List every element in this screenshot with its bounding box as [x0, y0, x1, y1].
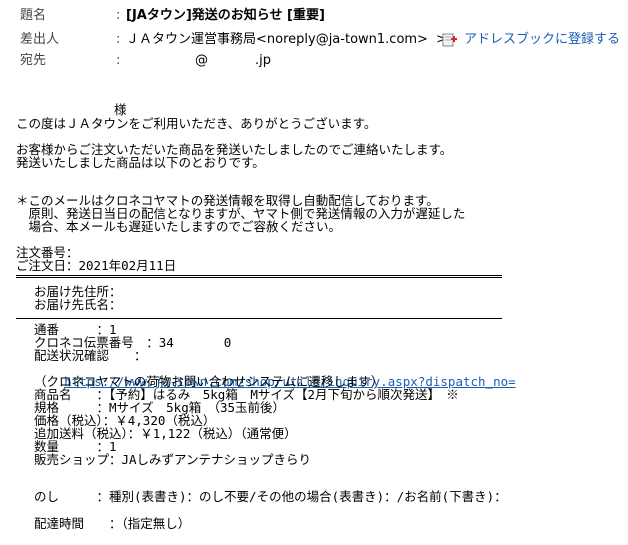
subject-label: 題名	[20, 8, 47, 23]
sama-text: 様	[114, 102, 127, 117]
body-line-6: 場合、本メールも遅延いたしますのでご容赦ください。	[16, 219, 342, 234]
to-domain[interactable]: .jp	[255, 51, 271, 71]
delivery-time: 配達時間 ：（指定無し）	[34, 516, 191, 531]
sender-address[interactable]: ＪＡタウン運営事務局<noreply@ja-town1.com>	[126, 32, 428, 47]
to-row: 宛先 : @ .jp	[0, 51, 628, 71]
add-to-address-book-link[interactable]: アドレスブックに登録する	[464, 30, 620, 50]
address-book-icon[interactable]	[442, 33, 458, 47]
subject-colon: :	[116, 8, 121, 23]
divider-double	[16, 275, 502, 278]
sender-label: 差出人	[20, 32, 60, 47]
to-label: 宛先	[20, 53, 47, 68]
sender-colon: :	[116, 32, 121, 47]
body-line-1: この度はＪＡタウンをご利用いただき、ありがとうございます。	[16, 116, 377, 131]
order-date: ご注文日：2021年02月11日	[16, 258, 177, 273]
mail-body: 様 この度はＪＡタウンをご利用いただき、ありがとうございます。 お客様からご注文…	[16, 100, 616, 530]
divider-single	[16, 318, 502, 319]
sender-value[interactable]: ＪＡタウン運営事務局<noreply@ja-town1.com> >	[126, 30, 447, 50]
noshi: のし ：種別(表書き)：のし不要/その他の場合(表書き)：/お名前(下書き)：	[34, 489, 507, 504]
shipping-status: 配送状況確認 ：	[34, 348, 147, 363]
mail-header: 題名 : [JAタウン]発送のお知らせ [重要] 差出人 : ＪＡタウン運営事務…	[0, 0, 628, 72]
subject-row: 題名 : [JAタウン]発送のお知らせ [重要]	[0, 6, 628, 26]
body-line-3: 発送いたしました商品は以下のとおりです。	[16, 155, 265, 170]
subject-value: [JAタウン]発送のお知らせ [重要]	[126, 8, 325, 23]
to-colon: :	[116, 53, 121, 68]
sender-row: 差出人 : ＪＡタウン運営事務局<noreply@ja-town1.com> >…	[0, 30, 628, 50]
delivery-name: お届け先氏名：	[34, 297, 122, 312]
shop-name: 販売ショップ：JAしみずアンテナショップきらり	[34, 452, 312, 467]
to-at-symbol[interactable]: @	[195, 51, 208, 71]
